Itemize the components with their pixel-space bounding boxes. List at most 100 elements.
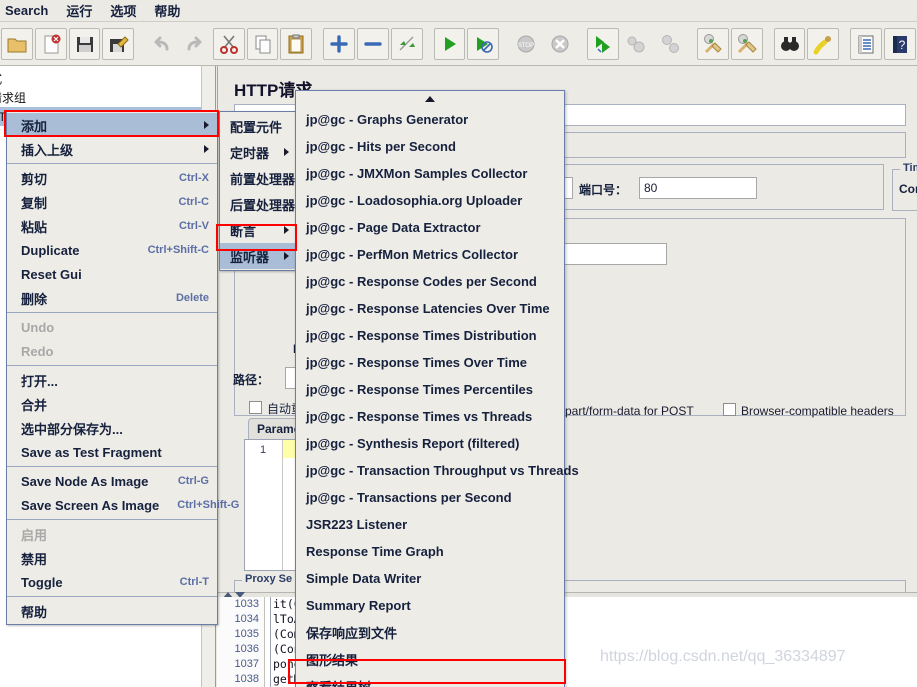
menubar-item-2[interactable]: 选项: [101, 0, 145, 22]
shutdown-icon: [544, 28, 576, 60]
start-remote-icon[interactable]: [586, 27, 619, 60]
listener-submenu-item-8[interactable]: jp@gc - Response Times Distribution: [296, 322, 564, 349]
clear-all-icon[interactable]: [730, 27, 763, 60]
context-menu-item-1[interactable]: 插入上级: [7, 137, 217, 161]
toolbar-separator: [764, 28, 773, 60]
context-menu-item-label: 粘贴: [21, 219, 48, 235]
parameters-table[interactable]: 1: [244, 439, 300, 571]
cut-icon[interactable]: [212, 27, 245, 60]
add-submenu[interactable]: 配置元件 定时器 前置处理器 后置处理器 断言 监听器: [219, 111, 315, 271]
listener-submenu-item-13[interactable]: jp@gc - Transaction Throughput vs Thread…: [296, 457, 579, 484]
toolbar-separator: [424, 28, 433, 60]
context-menu-item-12[interactable]: 选中部分保存为...: [7, 416, 217, 440]
context-menu-item-15[interactable]: Save Screen As Image Ctrl+Shift-G: [7, 493, 239, 517]
context-menu-item-6[interactable]: Reset Gui: [7, 262, 217, 286]
context-menu-item-11[interactable]: 合并: [7, 392, 217, 416]
auto-redirect-checkbox[interactable]: [249, 401, 262, 414]
add-submenu-item-0[interactable]: 配置元件: [220, 113, 302, 139]
collapse-icon[interactable]: [357, 27, 389, 60]
add-submenu-item-3[interactable]: 后置处理器: [220, 191, 315, 217]
menubar-item-0[interactable]: Search: [0, 1, 57, 20]
add-submenu-item-4[interactable]: 断言: [220, 217, 295, 243]
context-menu-item-3[interactable]: 复制 Ctrl-C: [7, 190, 217, 214]
listener-submenu-item-6[interactable]: jp@gc - Response Codes per Second: [296, 268, 564, 295]
listener-submenu-item-18[interactable]: Summary Report: [296, 592, 564, 619]
add-submenu-item-2[interactable]: 前置处理器: [220, 165, 315, 191]
context-menu-item-2[interactable]: 剪切 Ctrl-X: [7, 166, 217, 190]
tab-parameters[interactable]: Parame: [248, 418, 300, 439]
listener-submenu-item-2[interactable]: jp@gc - JMXMon Samples Collector: [296, 160, 564, 187]
svg-text:?: ?: [899, 38, 906, 52]
listener-submenu-item-12[interactable]: jp@gc - Synthesis Report (filtered): [296, 430, 564, 457]
context-menu-item-0[interactable]: 添加: [7, 113, 217, 137]
new-icon[interactable]: [1, 27, 33, 60]
context-menu-item-accelerator: Ctrl+Shift-G: [177, 499, 240, 511]
context-menu-item-18[interactable]: Toggle Ctrl-T: [7, 570, 217, 594]
listener-submenu-item-5[interactable]: jp@gc - PerfMon Metrics Collector: [296, 241, 564, 268]
listener-submenu-item-0[interactable]: jp@gc - Graphs Generator: [296, 106, 564, 133]
log-line-number: 1033: [234, 598, 259, 610]
context-menu-item-label: 帮助: [21, 604, 48, 620]
menu-separator: [7, 519, 217, 520]
listener-submenu-item-7[interactable]: jp@gc - Response Latencies Over Time: [296, 295, 564, 322]
port-input[interactable]: 80: [639, 177, 757, 199]
browser-compatible-checkbox[interactable]: [723, 403, 736, 416]
context-menu-item-14[interactable]: Save Node As Image Ctrl-G: [7, 469, 217, 493]
tree-context-menu[interactable]: 添加 插入上级 剪切 Ctrl-X 复制 Ctrl-C 粘贴 Ctrl-V Duplicate C…: [6, 111, 239, 625]
listener-submenu-item-17[interactable]: Simple Data Writer: [296, 565, 564, 592]
save-as-icon[interactable]: [102, 27, 135, 60]
toolbar-separator: [577, 28, 586, 60]
listener-submenu-item-21[interactable]: 察看结果树: [296, 673, 564, 687]
start-icon[interactable]: [433, 27, 466, 60]
context-menu-item-7[interactable]: 删除 Delete: [7, 286, 217, 310]
context-menu-item-5[interactable]: Duplicate Ctrl+Shift-C: [7, 238, 217, 262]
help-icon[interactable]: ?: [884, 27, 916, 60]
listener-submenu[interactable]: jp@gc - Graphs Generator jp@gc - Hits per…: [295, 90, 579, 687]
search-icon[interactable]: [773, 27, 806, 60]
function-helper-icon[interactable]: [850, 27, 882, 60]
toggle-icon[interactable]: [390, 27, 423, 60]
context-menu-item-16: 启用: [7, 522, 217, 546]
listener-submenu-item-14[interactable]: jp@gc - Transactions per Second: [296, 484, 564, 511]
context-menu-item-label: 打开...: [21, 373, 58, 389]
start-no-pause-icon[interactable]: [467, 27, 500, 60]
context-menu-item-17[interactable]: 禁用: [7, 546, 217, 570]
listener-submenu-item-9[interactable]: jp@gc - Response Times Over Time: [296, 349, 564, 376]
context-menu-item-13[interactable]: Save as Test Fragment: [7, 440, 217, 464]
content-encoding-input[interactable]: [557, 243, 667, 265]
templates-icon[interactable]: [34, 27, 67, 60]
listener-submenu-item-10[interactable]: jp@gc - Response Times Percentiles: [296, 376, 564, 403]
menubar-item-1[interactable]: 运行: [57, 0, 101, 22]
listener-submenu-item-19[interactable]: 保存响应到文件: [296, 619, 564, 646]
tree-item-1[interactable]: 请求组: [0, 88, 203, 107]
menubar-item-3[interactable]: 帮助: [145, 0, 189, 22]
chevron-right-icon: [284, 252, 289, 260]
add-submenu-item-1[interactable]: 定时器: [220, 139, 295, 165]
context-menu-item-19[interactable]: 帮助: [7, 599, 217, 623]
context-menu-item-label: Duplicate: [21, 242, 80, 258]
listener-submenu-item-label: jp@gc - Response Times vs Threads: [306, 409, 533, 424]
listener-submenu-item-20[interactable]: 图形结果: [296, 646, 564, 673]
menu-scroll-up-icon[interactable]: [296, 91, 564, 106]
reset-search-icon[interactable]: [807, 27, 840, 60]
listener-submenu-item-label: 图形结果: [306, 653, 359, 668]
context-menu-item-10[interactable]: 打开...: [7, 368, 217, 392]
add-submenu-item-5[interactable]: 监听器: [220, 243, 295, 269]
listener-submenu-item-4[interactable]: jp@gc - Page Data Extractor: [296, 214, 564, 241]
expand-icon[interactable]: [323, 27, 355, 60]
table-row-number: 1: [259, 444, 267, 456]
context-menu-item-label: 合并: [21, 397, 48, 413]
log-line-number: 1036: [234, 643, 259, 655]
listener-submenu-item-3[interactable]: jp@gc - Loadosophia.org Uploader: [296, 187, 564, 214]
paste-icon[interactable]: [280, 27, 313, 60]
listener-submenu-item-16[interactable]: Response Time Graph: [296, 538, 564, 565]
clear-icon[interactable]: [697, 27, 729, 60]
listener-submenu-item-label: 保存响应到文件: [306, 626, 398, 641]
save-icon[interactable]: [68, 27, 101, 60]
context-menu-item-4[interactable]: 粘贴 Ctrl-V: [7, 214, 217, 238]
listener-submenu-item-15[interactable]: JSR223 Listener: [296, 511, 564, 538]
tree-item-0[interactable]: 式: [0, 69, 203, 88]
listener-submenu-item-1[interactable]: jp@gc - Hits per Second: [296, 133, 564, 160]
listener-submenu-item-11[interactable]: jp@gc - Response Times vs Threads: [296, 403, 564, 430]
copy-icon[interactable]: [246, 27, 279, 60]
